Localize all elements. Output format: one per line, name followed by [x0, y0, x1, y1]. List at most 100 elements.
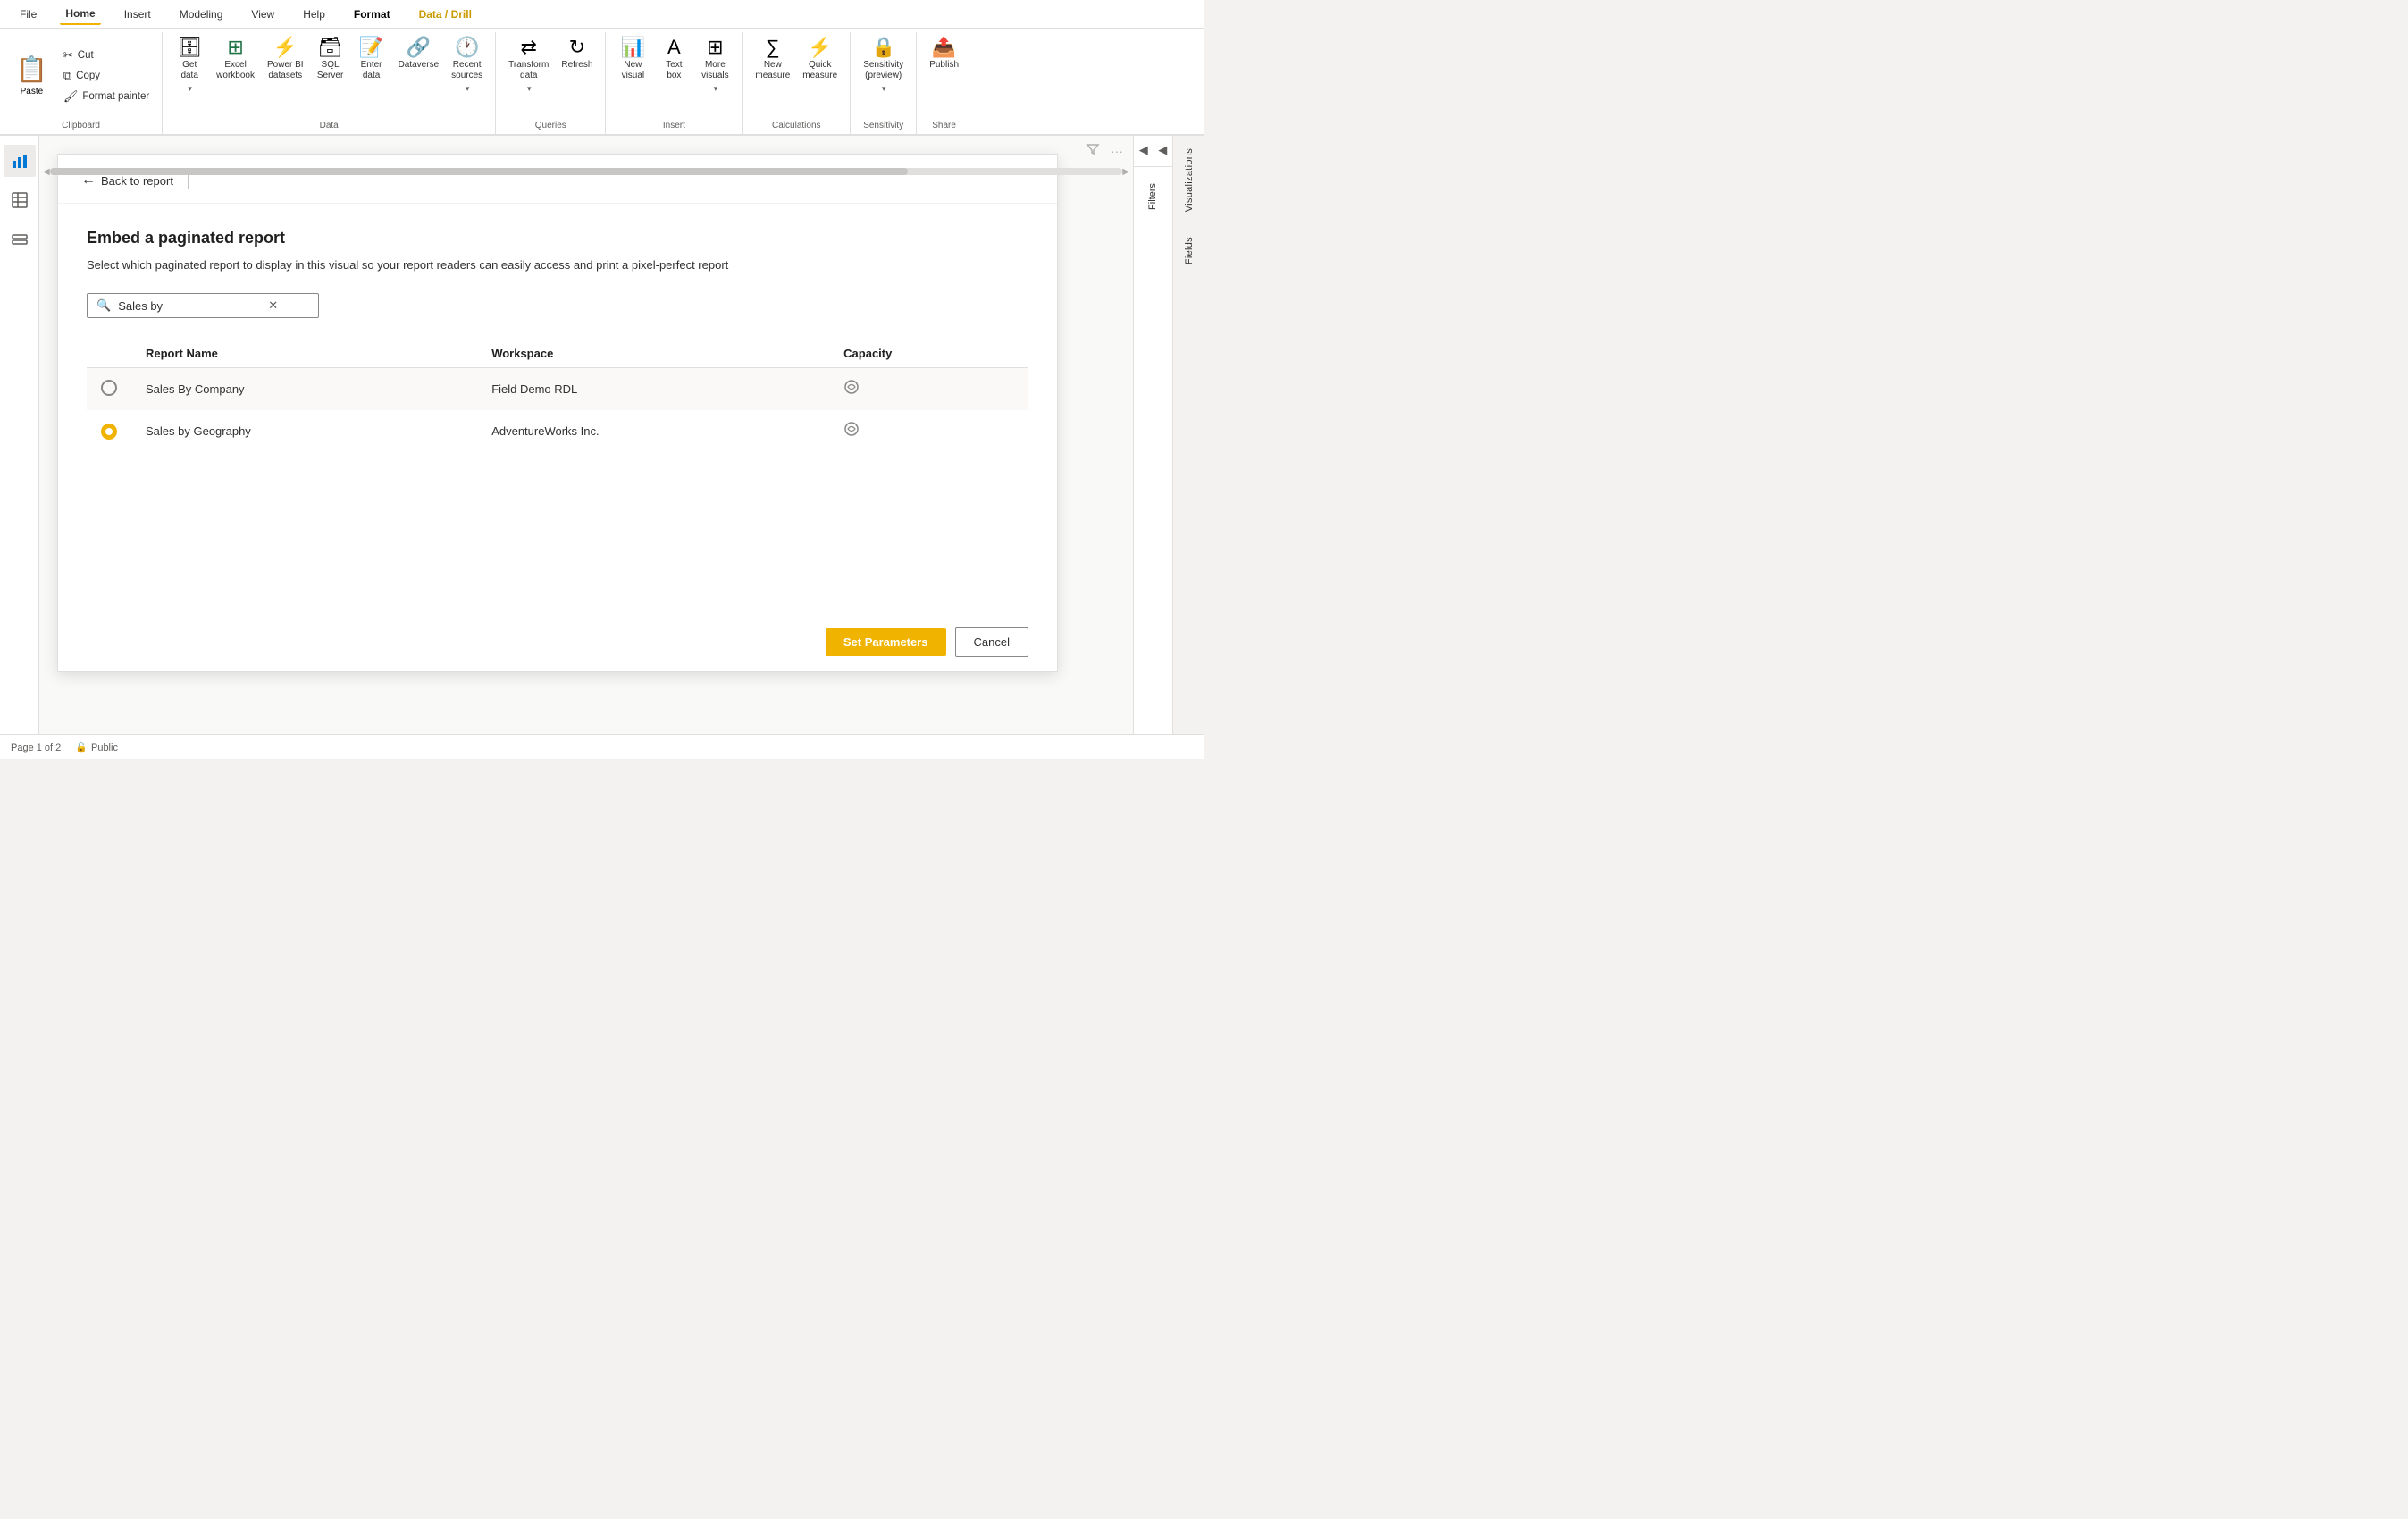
col-report-name: Report Name: [131, 340, 477, 368]
new-visual-label: New visual: [622, 60, 645, 81]
sql-server-button[interactable]: 🗃 SQL Server: [311, 32, 350, 83]
power-bi-label: Power BI datasets: [267, 60, 304, 81]
clear-search-icon[interactable]: ✕: [268, 298, 278, 313]
queries-group: ⇄ Transform data ▾ ↻ Refresh Queries: [496, 32, 606, 134]
scrollbar-thumb: [50, 168, 908, 175]
format-painter-button[interactable]: 🖌 Format painter: [58, 87, 155, 106]
search-icon: 🔍: [96, 298, 111, 313]
radio-unselected[interactable]: [101, 380, 117, 396]
calculations-group: ∑ New measure ⚡ Quick measure Calculatio…: [743, 32, 851, 134]
more-visuals-button[interactable]: ⊞ More visuals ▾: [695, 32, 734, 96]
copy-button[interactable]: ⧉ Copy: [58, 66, 155, 86]
publish-label: Publish: [929, 60, 959, 71]
visualizations-tab[interactable]: Visualizations: [1177, 136, 1202, 224]
transform-data-button[interactable]: ⇄ Transform data ▾: [503, 32, 554, 96]
new-visual-button[interactable]: 📊 New visual: [613, 32, 652, 83]
main-container: ··· ← Back to report Embed a paginated r…: [0, 136, 1204, 734]
dataverse-button[interactable]: 🔗 Dataverse: [393, 32, 445, 72]
recent-sources-button[interactable]: 🕐 Recent sources ▾: [446, 32, 488, 96]
menu-insert[interactable]: Insert: [119, 4, 156, 24]
bar-chart-sidebar-icon[interactable]: [4, 145, 36, 177]
row-1-report-name: Sales By Company: [131, 368, 477, 411]
get-data-icon: 🗄: [177, 38, 202, 57]
dialog-header: ← Back to report: [58, 155, 1057, 204]
far-right-panel: Visualizations Fields: [1172, 136, 1204, 734]
sensitivity-button[interactable]: 🔒 Sensitivity (preview) ▾: [858, 32, 909, 96]
menu-view[interactable]: View: [246, 4, 280, 24]
set-parameters-button[interactable]: Set Parameters: [826, 628, 946, 656]
paste-button[interactable]: 📋 Paste: [7, 32, 56, 119]
col-capacity: Capacity: [829, 340, 1028, 368]
menu-modeling[interactable]: Modeling: [174, 4, 229, 24]
copy-icon: ⧉: [63, 69, 71, 83]
copy-label: Copy: [76, 71, 100, 81]
queries-group-label: Queries: [503, 119, 598, 134]
col-workspace: Workspace: [477, 340, 829, 368]
dialog-backdrop: ← Back to report Embed a paginated repor…: [39, 136, 1133, 734]
cancel-button[interactable]: Cancel: [955, 627, 1028, 657]
row-2-report-name: Sales by Geography: [131, 410, 477, 452]
more-visuals-label: More visuals: [701, 60, 729, 81]
excel-button[interactable]: ⊞ Excel workbook: [211, 32, 260, 83]
cut-icon: ✂: [63, 48, 73, 63]
publish-button[interactable]: 📤 Publish: [924, 32, 964, 72]
sensitivity-icon: 🔒: [871, 38, 895, 57]
menu-data-drill[interactable]: Data / Drill: [414, 4, 477, 24]
paste-label: Paste: [21, 87, 44, 97]
table-sidebar-icon[interactable]: [4, 184, 36, 216]
transform-label: Transform data: [508, 60, 549, 81]
recent-sources-icon: 🕐: [455, 38, 479, 57]
text-box-button[interactable]: A Text box: [654, 32, 693, 83]
capacity-icon-2: [843, 425, 860, 441]
right-nav-back-btn[interactable]: ◀: [1154, 136, 1173, 166]
right-panel: ◀ ◀ Filters: [1133, 136, 1172, 734]
clipboard-group: 📋 Paste ✂ Cut ⧉ Copy 🖌 Format painter Cl…: [0, 32, 163, 134]
right-panel-tabs: Filters: [1134, 167, 1172, 226]
get-data-button[interactable]: 🗄 Get data ▾: [170, 32, 209, 96]
public-status: 🔓 Public: [75, 742, 118, 753]
quick-measure-label: Quick measure: [802, 60, 837, 81]
enter-data-label: Enter data: [361, 60, 382, 81]
row-2-select[interactable]: [87, 410, 131, 452]
scrollbar-track[interactable]: [50, 168, 1123, 175]
ribbon: 📋 Paste ✂ Cut ⧉ Copy 🖌 Format painter Cl…: [0, 29, 1204, 136]
sensitivity-group: 🔒 Sensitivity (preview) ▾ Sensitivity: [851, 32, 917, 134]
text-box-icon: A: [667, 38, 681, 57]
cut-button[interactable]: ✂ Cut: [58, 46, 155, 65]
excel-label: Excel workbook: [216, 60, 255, 81]
public-label: Public: [91, 743, 118, 753]
menu-help[interactable]: Help: [298, 4, 331, 24]
row-1-workspace: Field Demo RDL: [477, 368, 829, 411]
menu-bar: File Home Insert Modeling View Help Form…: [0, 0, 1204, 29]
embed-dialog: ← Back to report Embed a paginated repor…: [57, 154, 1058, 672]
more-visuals-icon: ⊞: [707, 38, 723, 57]
filters-vertical-tab[interactable]: Filters: [1144, 174, 1163, 219]
fields-tab[interactable]: Fields: [1177, 224, 1202, 277]
search-input[interactable]: [118, 299, 261, 313]
menu-file[interactable]: File: [14, 4, 42, 24]
dialog-body: Embed a paginated report Select which pa…: [58, 204, 1057, 613]
public-icon: 🔓: [75, 742, 88, 753]
new-measure-button[interactable]: ∑ New measure: [750, 32, 795, 83]
radio-selected[interactable]: [101, 424, 117, 440]
menu-home[interactable]: Home: [60, 4, 100, 25]
new-visual-icon: 📊: [621, 38, 645, 57]
table-row[interactable]: Sales By Company Field Demo RDL: [87, 368, 1028, 411]
text-box-label: Text box: [666, 60, 682, 81]
table-row[interactable]: Sales by Geography AdventureWorks Inc.: [87, 410, 1028, 452]
status-bar: Page 1 of 2 🔓 Public: [0, 734, 1204, 760]
right-nav-collapse-btn[interactable]: ◀: [1134, 136, 1154, 166]
layers-sidebar-icon[interactable]: [4, 223, 36, 256]
sql-label: SQL Server: [317, 60, 343, 81]
power-bi-datasets-button[interactable]: ⚡ Power BI datasets: [262, 32, 309, 83]
transform-icon: ⇄: [521, 38, 537, 57]
insert-group: 📊 New visual A Text box ⊞ More visuals ▾…: [606, 32, 743, 134]
row-1-select[interactable]: [87, 368, 131, 411]
paste-icon: 📋: [16, 55, 47, 84]
refresh-button[interactable]: ↻ Refresh: [556, 32, 598, 72]
enter-data-button[interactable]: 📝 Enter data: [352, 32, 391, 83]
quick-measure-button[interactable]: ⚡ Quick measure: [797, 32, 843, 83]
search-box[interactable]: 🔍 ✕: [87, 293, 319, 318]
menu-format[interactable]: Format: [348, 4, 396, 24]
cut-label: Cut: [78, 50, 94, 61]
